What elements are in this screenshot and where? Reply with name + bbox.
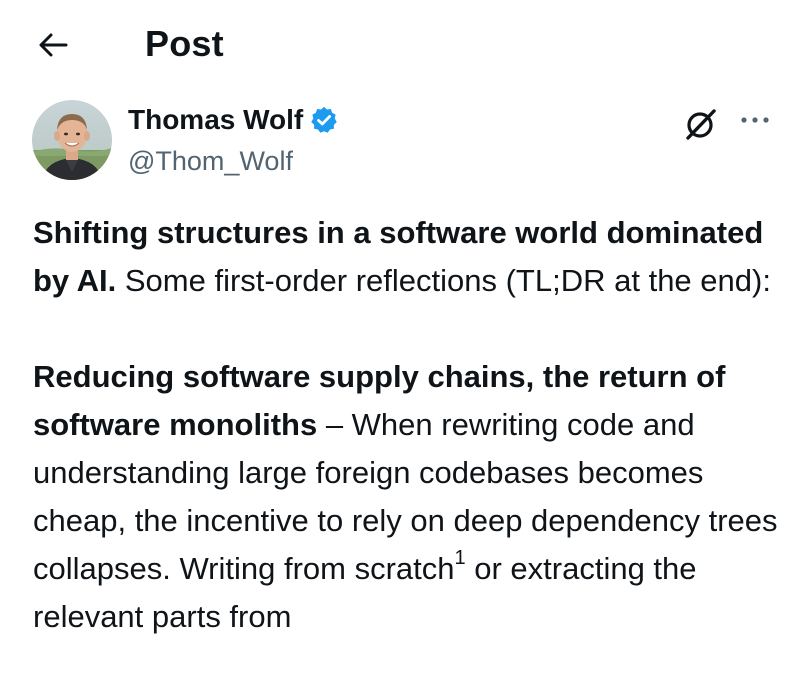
author-name-row[interactable]: Thomas Wolf [128,102,339,138]
author-display-name[interactable]: Thomas Wolf [128,102,303,138]
author-handle[interactable]: @Thom_Wolf [128,144,293,178]
footnote-marker: 1 [454,546,466,569]
top-bar: Post [0,0,800,88]
page-title: Post [145,23,224,64]
avatar[interactable] [32,100,112,180]
more-options-icon [741,117,769,123]
avatar-image [32,100,112,180]
post-paragraph-section: Reducing software supply chains, the ret… [33,353,783,641]
more-options-button[interactable] [734,102,776,138]
arrow-left-icon [39,33,68,57]
post-paragraph-intro: Shifting structures in a software world … [33,209,783,305]
grok-button[interactable] [681,104,721,144]
verified-badge-icon [311,106,338,133]
post-author: Thomas Wolf @Thom_Wolf [32,100,772,184]
post-text: Shifting structures in a software world … [33,209,783,689]
post-paragraph-text: Some first-order reflections (TL;DR at t… [116,263,771,298]
grok-icon [686,109,716,140]
back-button[interactable] [30,22,76,68]
